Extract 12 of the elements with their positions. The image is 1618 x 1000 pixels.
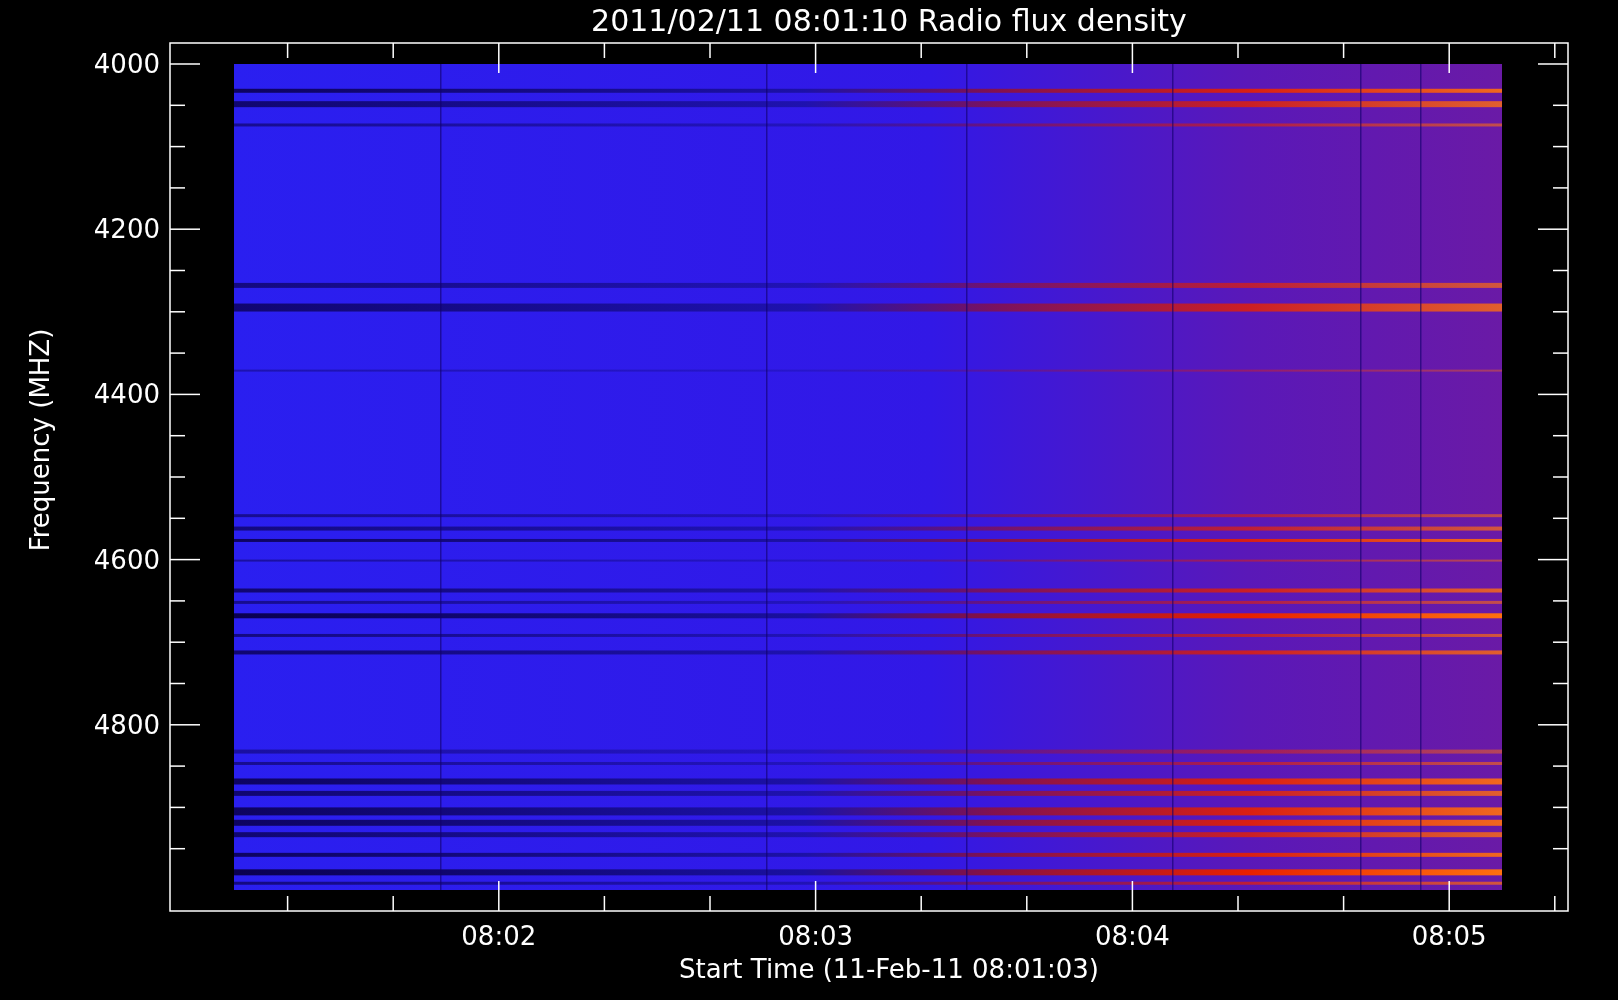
x-tick-label: 08:03 [778,921,854,951]
y-axis-title: Frequency (MHZ) [25,328,55,552]
plot-title: 2011/02/11 08:01:10 Radio flux density [591,2,1187,38]
y-tick-label: 4000 [93,49,160,79]
y-tick-label: 4400 [93,379,160,410]
x-axis-title: Start Time (11-Feb-11 08:01:03) [679,954,1099,984]
y-tick-label: 4600 [93,544,160,575]
x-tick-label: 08:04 [1094,921,1170,951]
y-tick-label: 4800 [93,709,160,740]
y-tick-label: 4200 [93,214,160,245]
x-tick-label: 08:02 [461,921,537,951]
x-tick-label: 08:05 [1411,921,1487,951]
